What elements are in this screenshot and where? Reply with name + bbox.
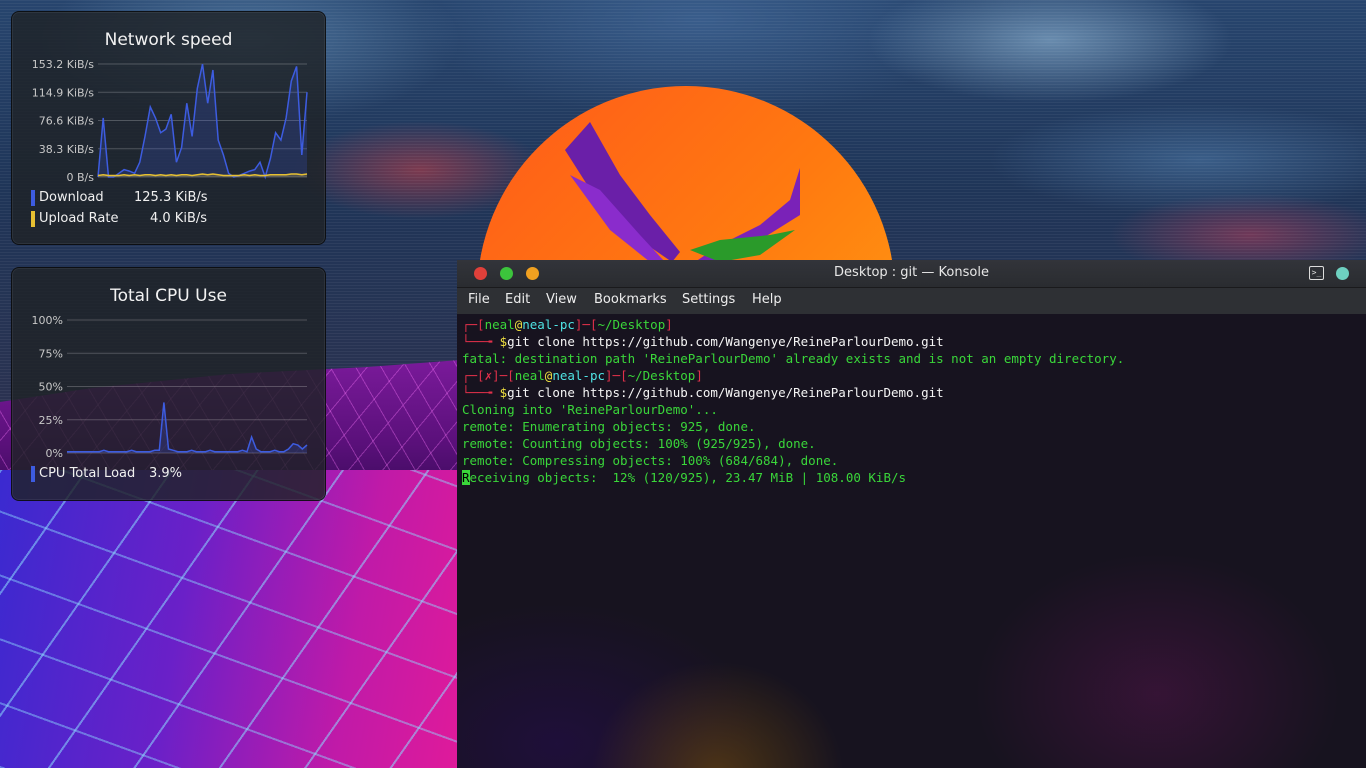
command-line: └──╼ $git clone https://github.com/Wange… [462,334,944,349]
network-speed-chart: 153.2 KiB/s 114.9 KiB/s 76.6 KiB/s 38.3 KiB… [32,58,308,184]
menu-help[interactable]: Help [752,292,782,307]
network-speed-widget[interactable]: Network speed 153.2 KiB/s 114.9 KiB/s 76.6… [11,11,326,245]
progress-line: Receiving objects: 12% (120/925), 23.47 … [462,470,907,485]
menu-view[interactable]: View [546,292,577,307]
legend-swatch [31,466,35,482]
y-tick-label: 100% [32,314,63,327]
menu-bookmarks[interactable]: Bookmarks [594,292,667,307]
legend-swatch [31,211,35,227]
output-line: remote: Counting objects: 100% (925/925)… [462,436,816,451]
wallpaper-grid-floor [0,470,460,768]
window-titlebar[interactable]: Desktop : git — Konsole >_ [457,260,1366,288]
y-tick-label: 38.3 KiB/s [39,143,95,156]
y-tick-label: 0 B/s [67,171,95,184]
legend-value: 4.0 KiB/s [150,211,208,226]
text-cursor: R [462,470,470,485]
legend-upload: Upload Rate 4.0 KiB/s [31,211,291,227]
legend-download: Download 125.3 KiB/s [31,190,291,206]
legend-value: 125.3 KiB/s [134,190,208,205]
legend-label: CPU Total Load [39,466,136,481]
legend-value: 3.9% [149,466,183,481]
menu-file[interactable]: File [468,292,490,307]
command-line: └──╼ $git clone https://github.com/Wange… [462,385,944,400]
y-tick-label: 153.2 KiB/s [32,58,95,71]
y-tick-label: 0% [46,447,63,460]
terminal-output[interactable]: ┌─[neal@neal-pc]─[~/Desktop] └──╼ $git c… [457,314,1366,768]
legend-swatch [31,190,35,206]
y-tick-label: 25% [39,414,63,427]
series-area [67,402,307,453]
output-line: Cloning into 'ReineParlourDemo'... [462,402,718,417]
legend-cpu-total-load: CPU Total Load 3.9% [31,466,291,482]
legend-label: Download [39,190,104,205]
y-tick-label: 50% [39,381,63,394]
legend-label: Upload Rate [39,211,119,226]
terminal-app-icon[interactable]: >_ [1309,266,1324,280]
menu-edit[interactable]: Edit [505,292,530,307]
output-line: remote: Compressing objects: 100% (684/6… [462,453,839,468]
y-tick-label: 76.6 KiB/s [39,115,95,128]
output-line: remote: Enumerating objects: 925, done. [462,419,756,434]
y-tick-label: 75% [39,347,63,360]
cpu-use-widget[interactable]: Total CPU Use 100% 75% 50% 25% 0% CPU Total … [11,267,326,501]
window-title: Desktop : git — Konsole [834,265,989,280]
prompt-line: ┌─[✗]─[neal@neal-pc]─[~/Desktop] [462,368,703,383]
menu-settings[interactable]: Settings [682,292,735,307]
konsole-window[interactable]: Desktop : git — Konsole >_ File Edit Vie… [457,260,1366,768]
y-tick-label: 114.9 KiB/s [32,86,95,99]
prompt-line: ┌─[neal@neal-pc]─[~/Desktop] [462,317,673,332]
series-line [67,402,308,453]
output-line: fatal: destination path 'ReineParlourDem… [462,351,1125,366]
menu-bar: File Edit View Bookmarks Settings Help [457,288,1366,314]
keep-above-button[interactable] [1336,267,1349,280]
